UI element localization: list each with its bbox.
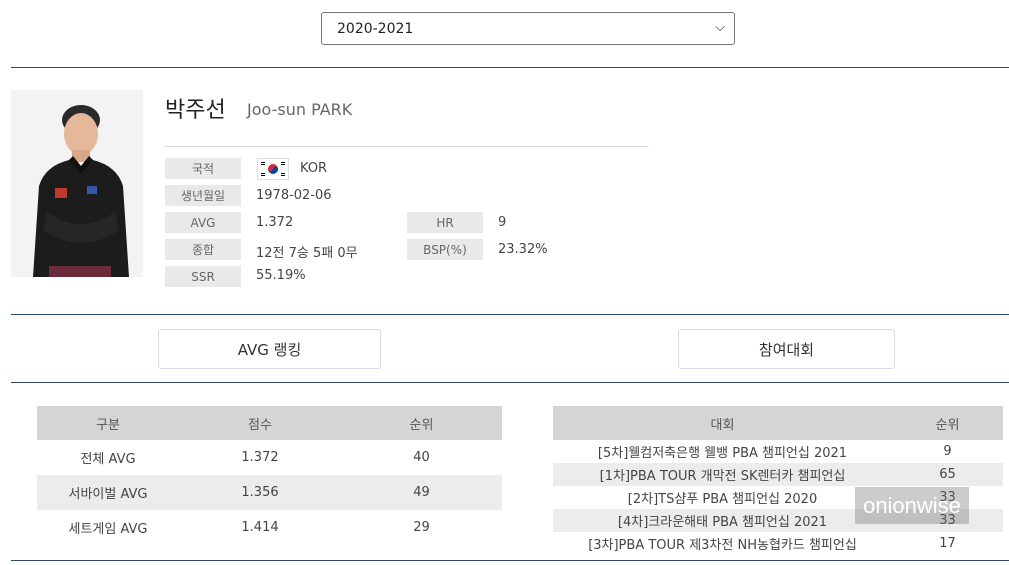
tournament-name[interactable]: [1차]PBA TOUR 개막전 SK렌터카 챔피언십 [553, 463, 892, 486]
avg-category: 세트게임 AVG [68, 522, 148, 537]
player-name-english: Joo-sun PARK [247, 100, 353, 119]
divider-middle [11, 314, 1009, 315]
header-score: 점수 [179, 406, 341, 440]
table-row[interactable]: [3차]PBA TOUR 제3차전 NH농협카드 챔피언십 17 [553, 532, 1003, 555]
ssr-value: 55.19% [256, 268, 306, 283]
avg-ranking-button[interactable]: AVG 랭킹 [158, 329, 381, 369]
tournament-name[interactable]: [5차]웰컴저축은행 웰뱅 PBA 챔피언십 2021 [553, 440, 892, 463]
tournaments-button[interactable]: 참여대회 [678, 329, 895, 369]
record-label: 종합 [165, 239, 241, 260]
ssr-label: SSR [165, 266, 241, 287]
tournament-name[interactable]: [4차]크라운해태 PBA 챔피언십 2021 [553, 509, 892, 532]
avg-score: 1.414 [241, 520, 279, 535]
bsp-label: BSP(%) [407, 239, 483, 260]
season-selected-value: 2020-2021 [337, 20, 414, 37]
player-name-korean: 박주선 [165, 98, 226, 123]
avg-ranking-table: 구분 점수 순위 전체 AVG 1.372 40 서바이벌 AVG 1.356 … [37, 406, 502, 545]
divider-lower [11, 382, 1009, 383]
watermark-logo: onionwise [855, 487, 969, 524]
table-row[interactable]: [5차]웰컴저축은행 웰뱅 PBA 챔피언십 2021 9 [553, 440, 1003, 463]
avg-score: 1.372 [241, 450, 279, 465]
tournament-rank: 65 [892, 463, 1003, 486]
header-rank: 순위 [341, 406, 502, 440]
table-header-row: 구분 점수 순위 [37, 406, 502, 440]
avg-category: 전체 AVG [80, 452, 136, 467]
tournament-rank: 9 [943, 444, 952, 459]
chevron-down-icon: ⌵ [715, 20, 725, 35]
record-value: 12전 7승 5패 0무 [256, 246, 358, 261]
divider-bottom [11, 560, 1009, 561]
nationality-label: 국적 [165, 158, 241, 179]
tournament-name[interactable]: [3차]PBA TOUR 제3차전 NH농협카드 챔피언십 [553, 532, 892, 555]
nationality-value: KOR [300, 161, 328, 176]
season-select[interactable]: 2020-2021 ⌵ [321, 12, 735, 45]
table-row[interactable]: [1차]PBA TOUR 개막전 SK렌터카 챔피언십 65 [553, 463, 1003, 486]
divider-top [11, 67, 1009, 68]
bsp-value: 23.32% [498, 242, 548, 257]
birth-value: 1978-02-06 [256, 188, 332, 203]
tournament-name[interactable]: [2차]TS샴푸 PBA 챔피언십 2020 [553, 486, 892, 509]
avg-category: 서바이벌 AVG [37, 475, 179, 510]
table-header-row: 대회 순위 [553, 406, 1003, 440]
avg-rank: 29 [413, 520, 430, 535]
tournament-table: 대회 순위 [5차]웰컴저축은행 웰뱅 PBA 챔피언십 2021 9 [1차]… [553, 406, 1003, 555]
header-tournament: 대회 [553, 406, 892, 440]
avg-score: 1.356 [179, 475, 341, 510]
avg-value: 1.372 [256, 215, 294, 230]
table-row: 서바이벌 AVG 1.356 49 [37, 475, 502, 510]
birth-label: 생년월일 [165, 185, 241, 206]
table-row: 전체 AVG 1.372 40 [37, 440, 502, 475]
hr-value: 9 [498, 215, 507, 230]
avg-rank: 40 [413, 450, 430, 465]
korea-flag-icon [257, 158, 289, 180]
tournament-rank: 17 [939, 536, 956, 551]
header-category: 구분 [37, 406, 179, 440]
table-row: 세트게임 AVG 1.414 29 [37, 510, 502, 545]
player-photo [11, 90, 143, 277]
hr-label: HR [407, 212, 483, 233]
header-rank: 순위 [892, 406, 1003, 440]
name-divider [165, 146, 649, 147]
avg-rank: 49 [341, 475, 502, 510]
avg-label: AVG [165, 212, 241, 233]
